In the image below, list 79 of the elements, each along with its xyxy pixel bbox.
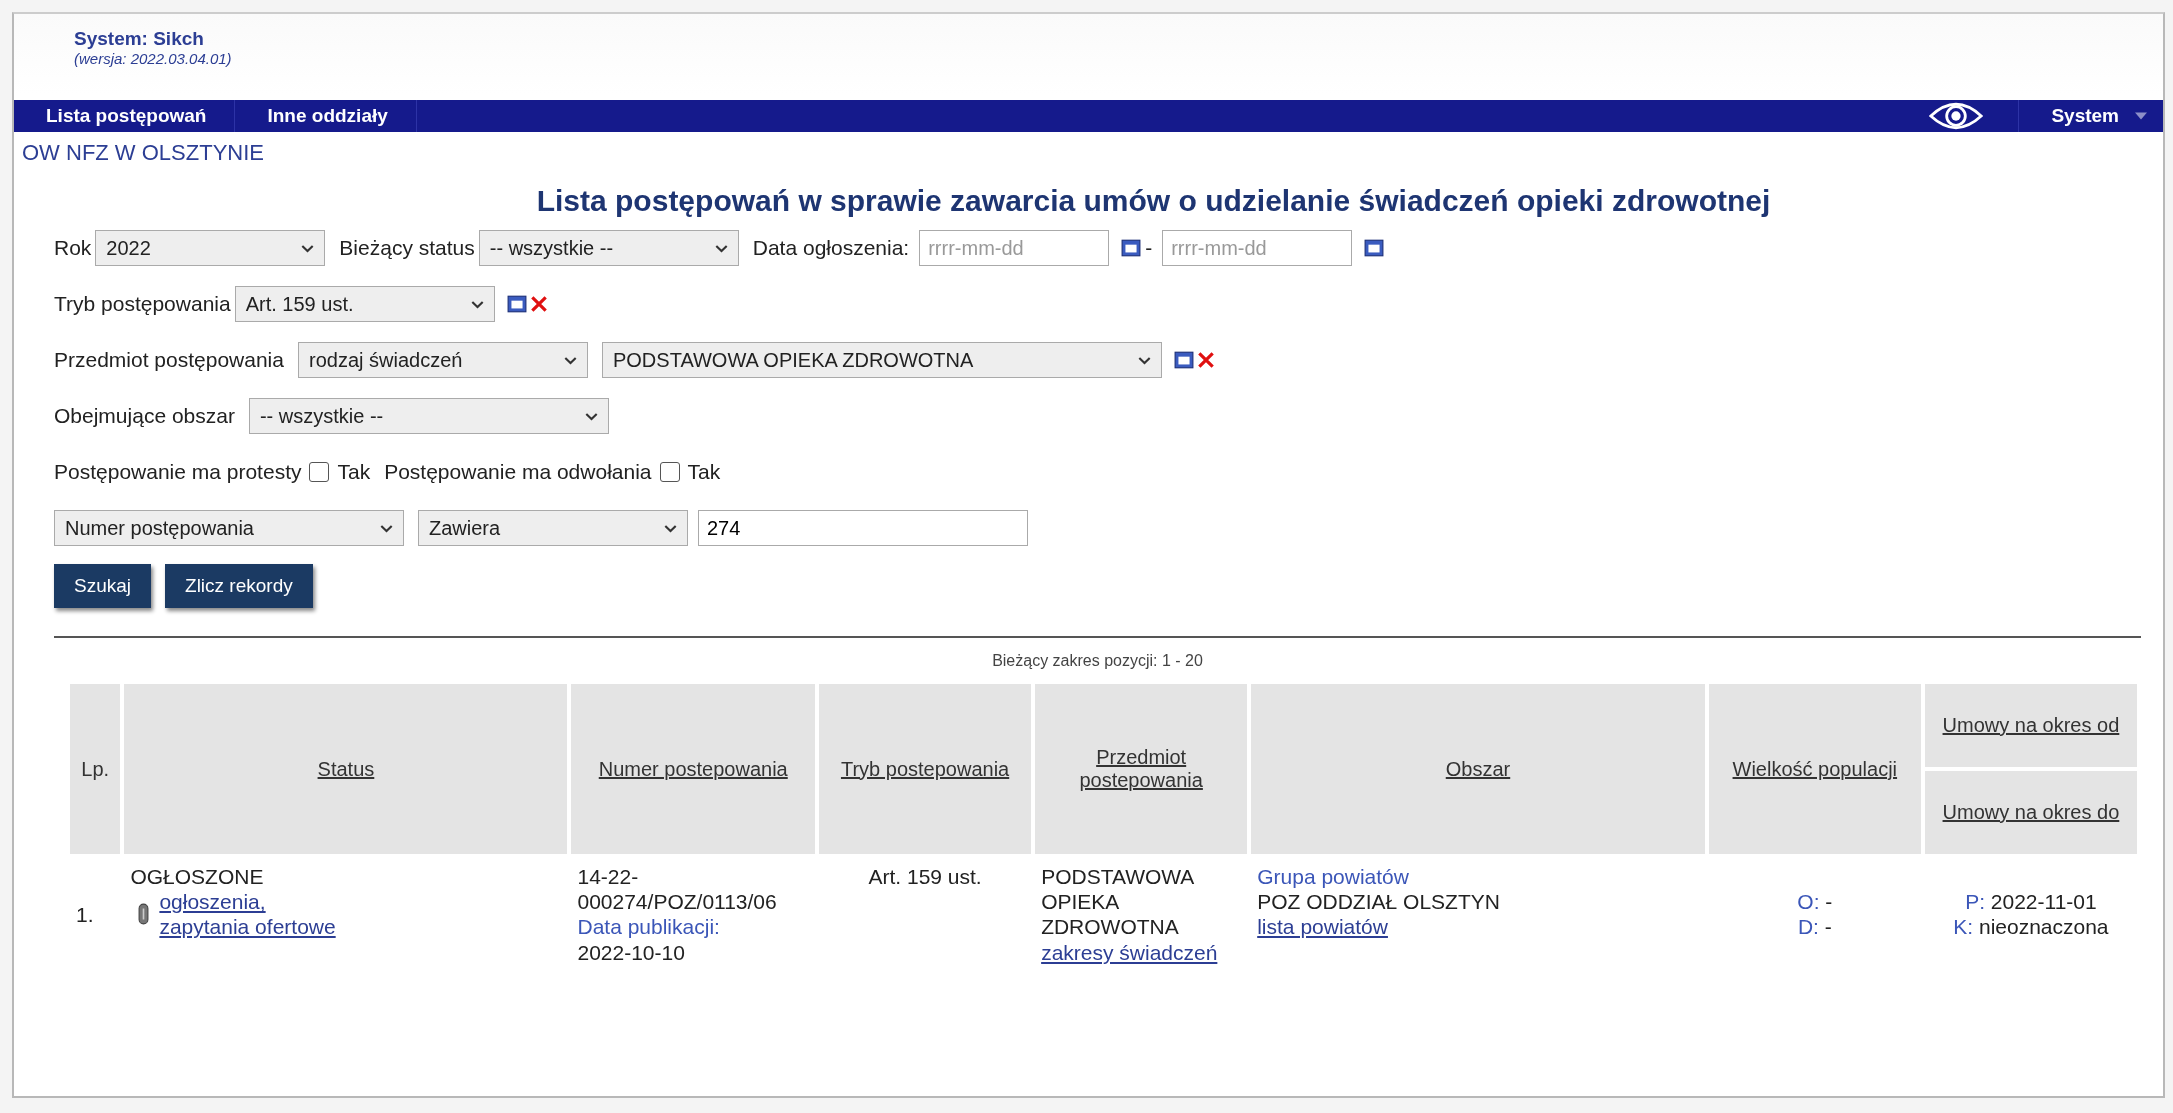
- nav-item[interactable]: Lista postępowań: [14, 100, 236, 132]
- eye-icon[interactable]: [1928, 100, 1985, 132]
- field-label: K:: [1953, 915, 1974, 939]
- range-text: Bieżący zakres pozycji: 1 - 20: [991, 651, 1204, 671]
- list-icon[interactable]: [506, 295, 527, 313]
- organization-name: OW NFZ W OLSZTYNIE: [21, 139, 265, 166]
- calendar-icon[interactable]: [1121, 239, 1142, 257]
- subject-text: PODSTAWOWA OPIEKA ZDROWOTNA: [1041, 864, 1195, 940]
- status-text: OGŁOSZONE: [130, 864, 265, 890]
- version-text: (wersja: 2022.03.04.01): [74, 50, 233, 67]
- column-header: Lp.: [70, 684, 121, 854]
- system-name: System: Sikch: [74, 28, 205, 50]
- population-value: O: -: [1797, 890, 1833, 914]
- checkbox[interactable]: [309, 462, 330, 482]
- subject-select[interactable]: PODSTAWOWA OPIEKA ZDROWOTNA: [601, 342, 1162, 378]
- publication-date: 2022-10-10: [577, 939, 686, 965]
- filter-label: Tryb postępowania: [54, 292, 231, 316]
- procedure-number: 14-22-000274/POZ/0113/06: [577, 864, 778, 915]
- year-select[interactable]: 2022: [95, 230, 326, 266]
- clear-icon[interactable]: [1197, 352, 1214, 368]
- area-select[interactable]: -- wszystkie --: [248, 398, 609, 434]
- field-label: Data publikacji:: [577, 914, 721, 940]
- checkbox-label: Tak: [687, 460, 721, 484]
- sort-link[interactable]: Przedmiot postepowania: [1035, 684, 1248, 854]
- filter-label: Postępowanie ma odwołania: [384, 460, 652, 484]
- chevron-icon: [380, 523, 393, 533]
- field-value: 2022-11-01: [1990, 890, 2097, 914]
- document-link[interactable]: zapytania ofertowe: [159, 914, 336, 940]
- chevron-icon: [301, 243, 315, 253]
- date-separator: -: [1145, 236, 1153, 260]
- area-name: POZ ODDZIAŁ OLSZTYN: [1257, 889, 1501, 915]
- sort-link[interactable]: Wielkość populacji: [1708, 684, 1921, 854]
- page-title: Lista postępowań w sprawie zawarcia umów o udzielanie świadczeń opieki zdrowotnej: [535, 184, 1772, 218]
- status-select[interactable]: -- wszystkie --: [478, 230, 739, 266]
- search-field-select[interactable]: Numer postępowania: [54, 510, 404, 546]
- districts-link[interactable]: lista powiatów: [1257, 914, 1388, 940]
- subject-type-select[interactable]: rodzaj świadczeń: [297, 342, 588, 378]
- sort-link[interactable]: Tryb postepowania: [819, 684, 1032, 854]
- field-value: nieoznaczona: [1978, 915, 2109, 939]
- search-value-field[interactable]: 274: [698, 510, 1028, 546]
- sort-link[interactable]: Numer postepowania: [571, 684, 816, 854]
- filter-label: Obejmujące obszar: [54, 404, 235, 428]
- paperclip-icon: [138, 903, 150, 926]
- action-button[interactable]: Zlicz rekordy: [165, 564, 313, 608]
- filter-label: Przedmiot postępowania: [54, 348, 284, 372]
- filter-label: Rok: [54, 236, 92, 260]
- filter-label: Postępowanie ma protesty: [54, 460, 302, 484]
- nav-item[interactable]: Inne oddziały: [235, 100, 417, 132]
- chevron-icon: [584, 411, 598, 421]
- sort-link[interactable]: Umowy na okres od: [1924, 684, 2137, 767]
- scope-link[interactable]: zakresy świadczeń: [1041, 939, 1218, 965]
- checkbox[interactable]: [659, 462, 680, 482]
- sort-link[interactable]: Status: [124, 684, 568, 854]
- table-cell: Art. 159 ust.: [868, 865, 982, 888]
- table-cell-text: 1.: [75, 901, 95, 928]
- checkbox-label: Tak: [337, 460, 371, 484]
- list-icon[interactable]: [1173, 351, 1194, 369]
- sort-link[interactable]: Umowy na okres do: [1924, 771, 2137, 854]
- filter-label: Data ogłoszenia:: [752, 236, 910, 260]
- date-to-field[interactable]: rrrr-mm-dd: [1162, 230, 1353, 266]
- population-value: D: -: [1797, 915, 1832, 939]
- caret-icon: [2135, 112, 2147, 120]
- field-label: P:: [1965, 890, 1985, 914]
- chevron-icon: [470, 299, 484, 309]
- sort-link[interactable]: Obszar: [1251, 684, 1705, 854]
- date-from-field[interactable]: rrrr-mm-dd: [919, 230, 1110, 266]
- chevron-icon: [563, 355, 577, 365]
- calendar-icon[interactable]: [1364, 239, 1385, 257]
- operator-select[interactable]: Zawiera: [418, 510, 688, 546]
- area-group: Grupa powiatów: [1257, 864, 1699, 890]
- chevron-icon: [1137, 355, 1151, 365]
- chevron-icon: [664, 523, 677, 533]
- mode-select[interactable]: Art. 159 ust.: [234, 286, 495, 322]
- chevron-icon: [714, 243, 728, 253]
- document-link[interactable]: ogłoszenia,: [159, 889, 336, 915]
- clear-icon[interactable]: [530, 296, 547, 312]
- filter-label: Bieżący status: [339, 236, 475, 260]
- system-menu[interactable]: System: [2018, 100, 2163, 132]
- action-button[interactable]: Szukaj: [54, 564, 152, 608]
